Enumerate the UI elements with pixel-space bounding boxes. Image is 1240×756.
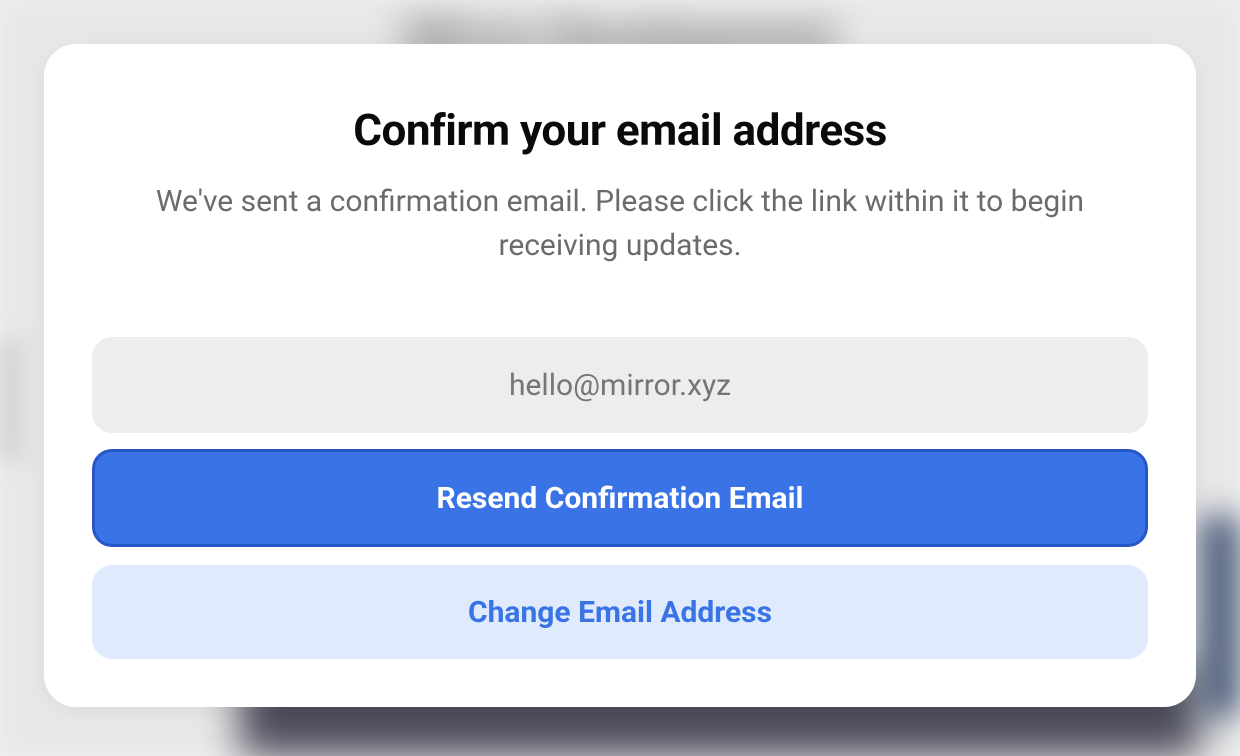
- email-field[interactable]: [92, 337, 1148, 433]
- backdrop-shape: [1200, 516, 1240, 716]
- change-email-button[interactable]: Change Email Address: [92, 565, 1148, 659]
- backdrop-shape: [0, 340, 20, 460]
- modal-subtitle: We've sent a confirmation email. Please …: [130, 180, 1110, 267]
- modal-title: Confirm your email address: [92, 104, 1148, 156]
- confirm-email-modal: Confirm your email address We've sent a …: [44, 44, 1196, 707]
- resend-confirmation-button[interactable]: Resend Confirmation Email: [92, 449, 1148, 547]
